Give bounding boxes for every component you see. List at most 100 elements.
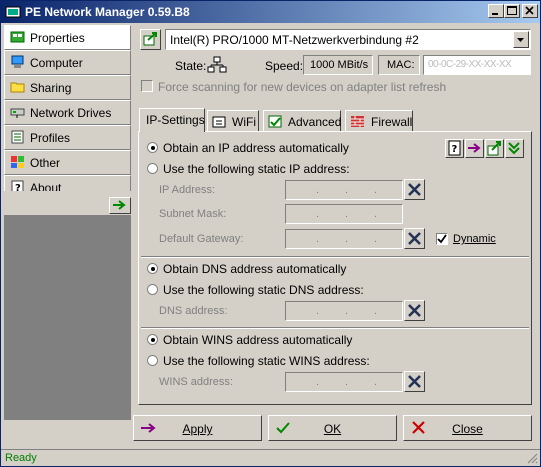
ip-static-radio[interactable] [147,163,158,174]
ip-address-input[interactable]: . . . [285,180,403,200]
subnet-mask-label: Subnet Mask: [159,208,227,220]
profile-list-icon [11,130,24,144]
mac-value-box: 00-0C-29-XX-XX-XX [423,55,531,75]
ip-dot: . [316,305,320,317]
close-label: Close [404,422,531,436]
app-window: PE Network Manager 0.59.B8 Properties Co… [0,0,541,467]
refresh-adapters-button[interactable] [140,29,161,50]
export-button[interactable] [485,139,504,158]
ip-dot: . [316,376,320,388]
arrow-right-icon [468,143,481,153]
help-button[interactable]: ? [445,139,464,158]
clear-x-icon [408,183,421,196]
adapter-select-value: Intel(R) PRO/1000 MT-Netzwerkverbindung … [170,33,419,47]
subnet-mask-input[interactable]: . . . [285,204,403,224]
network-card-icon [10,31,25,43]
dns-static-label: Use the following static DNS address: [163,283,364,297]
ok-button[interactable]: OK [268,415,397,441]
ip-dot: . [345,376,349,388]
wins-auto-radio[interactable] [147,334,158,345]
wins-static-radio[interactable] [147,355,158,366]
maximize-icon [507,6,517,15]
computer-icon [11,55,24,68]
ip-auto-radio[interactable] [147,142,158,153]
adapter-select[interactable]: Intel(R) PRO/1000 MT-Netzwerkverbindung … [165,29,531,50]
minimize-icon [492,13,498,15]
wins-auto-label: Obtain WINS address automatically [163,333,353,347]
close-icon [525,6,534,15]
adapter-dropdown-button[interactable] [513,31,529,48]
close-window-button[interactable] [522,4,538,18]
status-bar: Ready [1,449,540,466]
wifi-icon [212,116,226,128]
tab-label: Firewall [371,115,413,129]
sidebar-item-label: Computer [30,56,83,70]
ip-dot: . [345,233,349,245]
ip-auto-label: Obtain an IP address automatically [163,141,349,155]
windows-flag-icon [11,156,24,168]
clear-wins-button[interactable] [404,371,425,392]
folder-share-icon [10,82,25,93]
sidebar: Properties Computer Sharing Network Driv… [4,25,131,201]
ip-dot: . [345,208,349,220]
minimize-button[interactable] [488,4,504,18]
ip-dot: . [374,376,378,388]
sidebar-item-network-drives[interactable]: Network Drives [4,100,131,125]
tab-wifi[interactable]: WiFi [207,110,259,132]
advanced-icon [268,115,282,128]
dynamic-label: Dynamic [453,233,496,245]
app-icon [5,6,21,18]
ip-dot: . [374,184,378,196]
sidebar-item-properties[interactable]: Properties [4,25,131,50]
tab-advanced[interactable]: Advanced [263,110,341,132]
sidebar-item-sharing[interactable]: Sharing [4,75,131,100]
default-gateway-label: Default Gateway: [159,233,244,245]
close-label-text: Close [452,422,483,436]
title-bar[interactable]: PE Network Manager 0.59.B8 [1,1,540,23]
tab-label: Advanced [288,115,342,129]
clear-ip-button[interactable] [404,179,425,200]
apply-label-text: Apply [182,422,213,436]
default-gateway-input[interactable]: . . . [285,229,403,249]
sidebar-item-profiles[interactable]: Profiles [4,125,131,150]
dns-static-radio[interactable] [147,284,158,295]
apply-label: Apply [134,422,261,436]
tab-firewall[interactable]: Firewall [345,110,413,132]
sidebar-empty-area [4,215,131,420]
chevron-down-icon [517,38,524,42]
ip-dot: . [316,233,320,245]
close-button[interactable]: Close [403,415,532,441]
firewall-icon [351,116,364,127]
wins-address-input[interactable]: . . . [285,372,403,392]
mac-value: 00-0C-29-XX-XX-XX [428,59,512,70]
expand-all-button[interactable] [505,139,524,158]
sidebar-item-computer[interactable]: Computer [4,50,131,75]
ip-dot: . [345,184,349,196]
sidebar-item-label: Network Drives [30,106,112,120]
clear-dns-button[interactable] [404,300,425,321]
tab-ip-settings[interactable]: IP-Settings [139,108,205,132]
dynamic-checkbox[interactable] [436,233,448,245]
dns-address-label: DNS address: [159,305,228,317]
clear-x-icon [408,232,421,245]
force-scan-label: Force scanning for new devices on adapte… [158,80,447,94]
tab-label: WiFi [232,115,256,129]
maximize-button[interactable] [504,4,520,18]
dns-auto-radio[interactable] [147,263,158,274]
ok-label: OK [269,422,396,436]
apply-button[interactable]: Apply [133,415,262,441]
resize-grip-icon[interactable] [526,452,538,464]
sidebar-item-other[interactable]: Other [4,150,131,175]
force-scan-checkbox[interactable] [141,80,153,92]
ip-dot: . [316,208,320,220]
ip-dot: . [374,233,378,245]
network-drive-icon [10,108,25,118]
network-connected-icon [207,56,227,73]
ip-dot: . [374,208,378,220]
clear-gateway-button[interactable] [404,228,425,249]
apply-profile-button[interactable] [465,139,484,158]
dns-address-input[interactable]: . . . [285,301,403,321]
window-title: PE Network Manager 0.59.B8 [25,5,190,19]
collapse-sidebar-button[interactable] [109,197,131,214]
ok-label-text: OK [323,422,342,436]
